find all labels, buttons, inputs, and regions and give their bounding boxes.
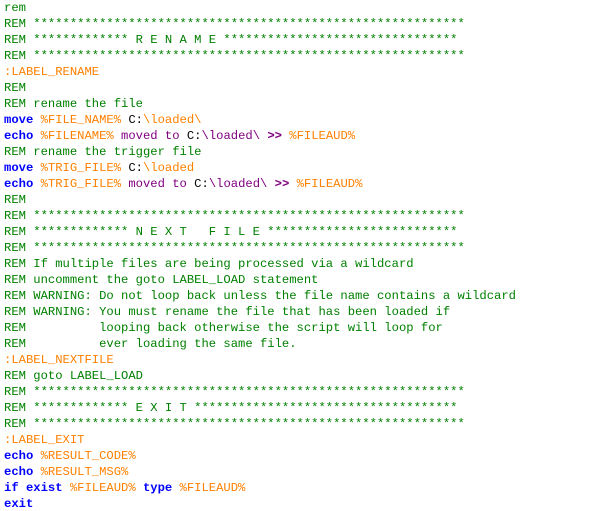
text-token: C:	[194, 177, 209, 191]
code-line: REM ************************************…	[4, 416, 614, 432]
code-line: REM	[4, 80, 614, 96]
keyword-token: move	[4, 113, 41, 127]
code-line: REM WARNING: You must rename the file th…	[4, 304, 614, 320]
variable-token: \loaded\	[142, 113, 202, 127]
comment-token: REM uncomment the goto LABEL_LOAD statem…	[4, 273, 319, 287]
comment-token: REM ************************************…	[4, 209, 465, 223]
code-line: REM ever loading the same file.	[4, 336, 614, 352]
operator-token: >>	[267, 129, 282, 143]
code-line: REM ************************************…	[4, 208, 614, 224]
keyword-token: move	[4, 161, 41, 175]
code-line: REM looping back otherwise the script wi…	[4, 320, 614, 336]
code-line: if exist %FILEAUD% type %FILEAUD%	[4, 480, 614, 496]
comment-token: REM	[4, 81, 26, 95]
code-line: REM goto LABEL_LOAD	[4, 368, 614, 384]
code-line: REM ************* N E X T F I L E ******…	[4, 224, 614, 240]
keyword-token: type	[135, 481, 180, 495]
string-token: \loaded\	[201, 129, 268, 143]
string-token: moved to	[121, 177, 195, 191]
comment-token: REM ************************************…	[4, 417, 465, 431]
code-line: move %TRIG_FILE% C:\loaded	[4, 160, 614, 176]
comment-token: REM ************* R E N A M E **********…	[4, 33, 458, 47]
variable-token: %FILEAUD%	[289, 129, 356, 143]
text-token: C:	[121, 113, 143, 127]
code-line: move %FILE_NAME% C:\loaded\	[4, 112, 614, 128]
label-token: :LABEL_EXIT	[4, 433, 85, 447]
text-token: C:	[121, 161, 143, 175]
comment-token: REM looping back otherwise the script wi…	[4, 321, 443, 335]
code-line: REM ************* R E N A M E **********…	[4, 32, 614, 48]
comment-token: REM ************************************…	[4, 49, 465, 63]
comment-token: REM	[4, 193, 26, 207]
comment-token: REM WARNING: You must rename the file th…	[4, 305, 451, 319]
variable-token: %RESULT_MSG%	[40, 465, 129, 479]
comment-token: REM ************************************…	[4, 17, 465, 31]
code-line: REM ************************************…	[4, 240, 614, 256]
keyword-token: echo	[4, 449, 41, 463]
label-token: :LABEL_RENAME	[4, 65, 100, 79]
code-line: REM WARNING: Do not loop back unless the…	[4, 288, 614, 304]
string-token: \loaded\	[208, 177, 275, 191]
comment-token: REM ************* E X I T **************…	[4, 401, 458, 415]
comment-token: rem	[4, 1, 26, 15]
variable-token: %FILENAME%	[40, 129, 114, 143]
keyword-token: echo	[4, 177, 41, 191]
code-line: REM rename the trigger file	[4, 144, 614, 160]
comment-token: REM ever loading the same file.	[4, 337, 297, 351]
code-line: REM ************************************…	[4, 384, 614, 400]
code-line: REM ************************************…	[4, 48, 614, 64]
variable-token: %FILEAUD%	[296, 177, 363, 191]
variable-token: %FILE_NAME%	[40, 113, 122, 127]
code-line: REM ************* E X I T **************…	[4, 400, 614, 416]
code-line: exit	[4, 496, 614, 511]
code-line: echo %RESULT_CODE%	[4, 448, 614, 464]
code-editor[interactable]: rem REM *********************************…	[0, 0, 614, 511]
keyword-token: exit	[4, 497, 34, 511]
code-line: REM If multiple files are being processe…	[4, 256, 614, 272]
variable-token: %FILEAUD%	[69, 481, 136, 495]
code-line: echo %RESULT_MSG%	[4, 464, 614, 480]
keyword-token: if exist	[4, 481, 70, 495]
code-line: rem	[4, 0, 614, 16]
variable-token: %TRIG_FILE%	[40, 161, 122, 175]
variable-token: %FILEAUD%	[179, 481, 246, 495]
comment-token: REM rename the file	[4, 97, 143, 111]
string-token: moved to	[113, 129, 187, 143]
comment-token: REM rename the trigger file	[4, 145, 202, 159]
keyword-token: echo	[4, 129, 41, 143]
code-line: :LABEL_RENAME	[4, 64, 614, 80]
comment-token: REM ************************************…	[4, 241, 465, 255]
comment-token: REM WARNING: Do not loop back unless the…	[4, 289, 516, 303]
comment-token: REM ************************************…	[4, 385, 465, 399]
operator-token: >>	[274, 177, 290, 191]
variable-token: \loaded	[142, 161, 195, 175]
code-line: :LABEL_NEXTFILE	[4, 352, 614, 368]
code-line: REM uncomment the goto LABEL_LOAD statem…	[4, 272, 614, 288]
comment-token: REM If multiple files are being processe…	[4, 257, 414, 271]
variable-token: %RESULT_CODE%	[40, 449, 136, 463]
variable-token: %TRIG_FILE%	[40, 177, 122, 191]
comment-token: REM goto LABEL_LOAD	[4, 369, 143, 383]
label-token: :LABEL_NEXTFILE	[4, 353, 114, 367]
code-line: REM rename the file	[4, 96, 614, 112]
code-line: :LABEL_EXIT	[4, 432, 614, 448]
text-token: C:	[186, 129, 202, 143]
code-line: REM	[4, 192, 614, 208]
code-line: REM ************************************…	[4, 16, 614, 32]
keyword-token: echo	[4, 465, 41, 479]
code-line: echo %TRIG_FILE% moved to C:\loaded\ >> …	[4, 176, 614, 192]
comment-token: REM ************* N E X T F I L E ******…	[4, 225, 458, 239]
code-line: echo %FILENAME% moved to C:\loaded\ >> %…	[4, 128, 614, 144]
